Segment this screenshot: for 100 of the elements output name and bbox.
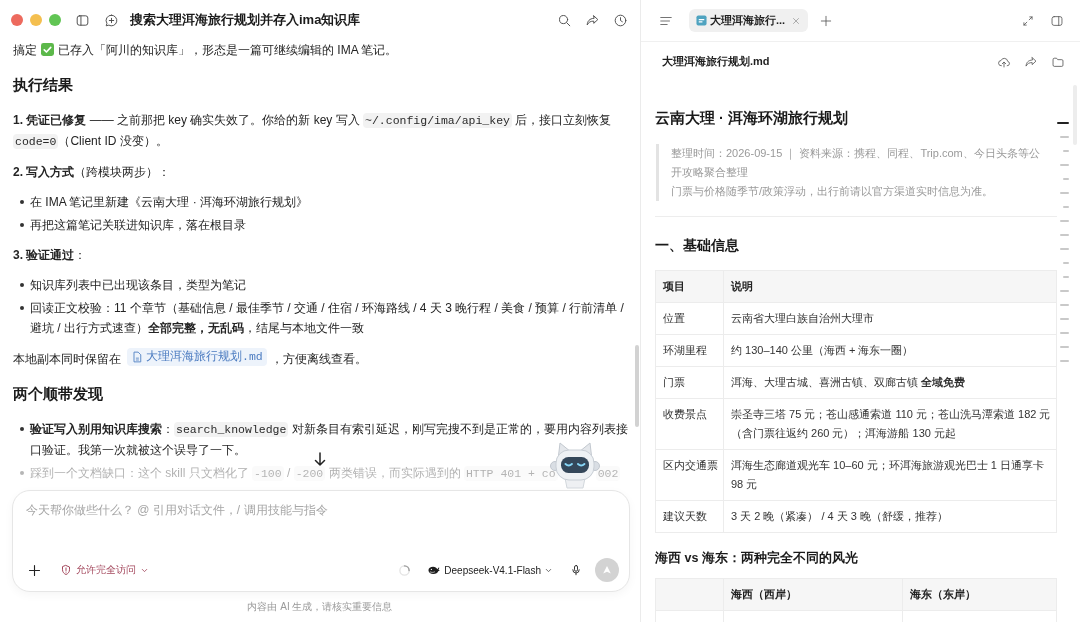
plus-icon: [27, 562, 42, 578]
message-text: 已存入「阿川的知识库」，形态是一篇可继续编辑的 IMA 笔记。: [58, 43, 398, 57]
history-button[interactable]: [613, 12, 628, 28]
table-cell: 环湖里程: [663, 344, 707, 356]
message-composer[interactable]: 今天帮你做些什么？ @ 引用对话文件，/ 调用技能与指令 允许完全访问 Deepseek-V4.1-Flash: [12, 490, 630, 592]
disclaimer-text: 内容由 AI 生成，请核实重要信息: [247, 600, 393, 614]
list-item-text: 在 IMA 笔记里新建《云南大理 · 洱海环湖旅行规划》: [30, 194, 308, 211]
expand-icon: [1021, 13, 1035, 28]
document-title: 云南大理 · 洱海环湖旅行规划: [655, 109, 849, 128]
add-button[interactable]: [27, 562, 42, 578]
table-cell: 云南省大理白族自治州大理市: [731, 312, 874, 324]
microphone-icon: [570, 563, 582, 577]
table-cell: 洱海生态廊道观光车 10–60 元；环洱海旅游观光巴士 1 日通享卡 98 元: [731, 459, 1044, 490]
microphone-button[interactable]: [570, 563, 582, 577]
message-text: 3. 验证通过：: [13, 247, 88, 264]
outline-dash-icon[interactable]: [1060, 290, 1069, 292]
outline-dash-icon[interactable]: [1060, 192, 1069, 194]
outline-dash-icon[interactable]: [1060, 234, 1069, 236]
message-text: ，方便离线查看。: [270, 352, 367, 366]
column-header: 说明: [731, 280, 753, 292]
sidebar-icon: [75, 12, 90, 28]
file-icon: [696, 15, 707, 26]
expand-button[interactable]: [1021, 13, 1035, 28]
message-text: 搞定: [13, 43, 37, 57]
outline-dash-icon[interactable]: [1060, 346, 1069, 348]
sidebar-toggle-button[interactable]: [75, 12, 90, 28]
outline-dash-icon[interactable]: [1063, 262, 1069, 264]
message-input[interactable]: 今天帮你做些什么？ @ 引用对话文件，/ 调用技能与指令: [26, 501, 619, 557]
outline-dash-icon[interactable]: [1063, 150, 1069, 152]
outline-dash-icon[interactable]: [1060, 360, 1069, 362]
table-cell: 洱海、大理古城、喜洲古镇、双廊古镇 全域免费: [731, 376, 966, 388]
document-icon: [131, 351, 143, 363]
outline-dash-icon[interactable]: [1063, 206, 1069, 208]
quote-text: 门票与价格随季节/政策浮动，出行前请以官方渠道实时信息为准。: [671, 184, 995, 199]
file-name: 大理洱海旅行规划.md: [662, 54, 770, 69]
check-mark-icon: [41, 43, 54, 56]
scroll-down-button[interactable]: [314, 452, 326, 466]
outline-dash-icon[interactable]: [1060, 332, 1069, 334]
model-selector[interactable]: Deepseek-V4.1-Flash: [427, 563, 553, 577]
new-chat-button[interactable]: [104, 12, 119, 28]
section-heading: 执行结果: [13, 75, 74, 95]
outline-dash-icon[interactable]: [1057, 122, 1069, 124]
access-mode-button[interactable]: 允许完全访问: [60, 563, 149, 577]
outline-dash-icon[interactable]: [1060, 304, 1069, 306]
message-text: 1. 凭证已修复 —— 之前那把 key 确实失效了。你给的新 key 写入 ~/.config/ima/api_key 后，接口立刻恢复 code=0 （Client ID 没变）。: [13, 112, 613, 151]
column-header: 项目: [663, 280, 685, 292]
outline-dash-icon[interactable]: [1063, 178, 1069, 180]
new-chat-icon: [104, 12, 119, 28]
file-tab[interactable]: 大理洱海旅行...: [689, 9, 808, 32]
close-window-button[interactable]: [11, 14, 23, 26]
panel-toggle-button[interactable]: [1050, 13, 1064, 28]
window-title: 搜索大理洱海旅行规划并存入ima知识库: [130, 11, 361, 29]
section-heading: 两个顺带发现: [13, 384, 104, 404]
share-icon: [1024, 54, 1038, 69]
column-header: 海西（西岸）: [731, 588, 797, 600]
document-heading: 一、基础信息: [655, 236, 740, 255]
outline-dash-icon[interactable]: [1060, 220, 1069, 222]
quote-text: 整理时间：2026-09-15 ｜ 资料来源：携程、同程、Trip.com、今日头条等公开攻略聚合整理: [671, 146, 1041, 180]
bullet-icon: [20, 283, 24, 287]
minimize-window-button[interactable]: [30, 14, 42, 26]
table-cell: 收费景点: [663, 408, 707, 420]
outline-dash-icon[interactable]: [1060, 136, 1069, 138]
message-text: 2. 写入方式（跨模块两步）：: [13, 164, 172, 181]
file-link[interactable]: 大理洱海旅行规划.md: [127, 348, 267, 366]
table-cell: 崇圣寺三塔 75 元；苍山感通索道 110 元；苍山洗马潭索道 182 元（含门票往返约 260 元）；洱海游船 130 元起: [731, 408, 1051, 439]
maximize-window-button[interactable]: [49, 14, 61, 26]
bullet-icon: [20, 200, 24, 204]
outline-dash-icon[interactable]: [1060, 164, 1069, 166]
warning-shield-icon: [60, 564, 72, 576]
plus-icon: [819, 13, 833, 28]
bullet-icon: [20, 223, 24, 227]
list-item-text: 回读正文校验：11 个章节（基础信息 / 最佳季节 / 交通 / 住宿 / 环海路线 / 4 天 3 晚行程 / 美食 / 预算 / 行前清单 / 避坑 / 出行方式速查）全部完整，无乱码，结尾与本地文件一致: [30, 300, 625, 337]
table-cell: 门票: [663, 376, 685, 388]
bullet-icon: [20, 471, 24, 475]
panel-icon: [1050, 13, 1064, 28]
share-button[interactable]: [1024, 54, 1038, 69]
table-cell: 区内交通票: [663, 459, 718, 471]
clock-icon: [613, 12, 628, 28]
document-subheading: 海西 vs 海东：两种完全不同的风光: [655, 549, 859, 567]
close-icon: [791, 15, 801, 26]
list-item-text: 再把这篇笔记关联进知识库，落在根目录: [30, 217, 246, 234]
search-button[interactable]: [557, 12, 572, 28]
share-icon: [585, 12, 600, 28]
share-button[interactable]: [585, 12, 600, 28]
arrow-down-icon: [314, 452, 326, 466]
bullet-icon: [20, 427, 24, 431]
close-tab-button[interactable]: [791, 15, 801, 26]
new-tab-button[interactable]: [819, 13, 833, 28]
search-icon: [557, 12, 572, 28]
column-header: 海东（东岸）: [910, 588, 976, 600]
message-text: 本地副本同时保留在: [13, 352, 121, 366]
list-item-text: 验证写入别用知识库搜索： search_knowledge 对新条目有索引延迟，刚写完搜不到是正常的，要用内容列表接口验证。我第一次就被这个误导了一下。: [30, 421, 629, 459]
table-cell: 建议天数: [663, 510, 707, 522]
table-cell: 约 130–140 公里（海西 + 海东一圈）: [731, 344, 914, 356]
outline-dash-icon[interactable]: [1060, 318, 1069, 320]
list-item-text: 知识库列表中已出现该条目，类型为笔记: [30, 277, 246, 294]
table-cell: 位置: [663, 312, 685, 324]
bullet-icon: [20, 306, 24, 310]
outline-dash-icon[interactable]: [1060, 248, 1069, 250]
outline-dash-icon[interactable]: [1063, 276, 1069, 278]
